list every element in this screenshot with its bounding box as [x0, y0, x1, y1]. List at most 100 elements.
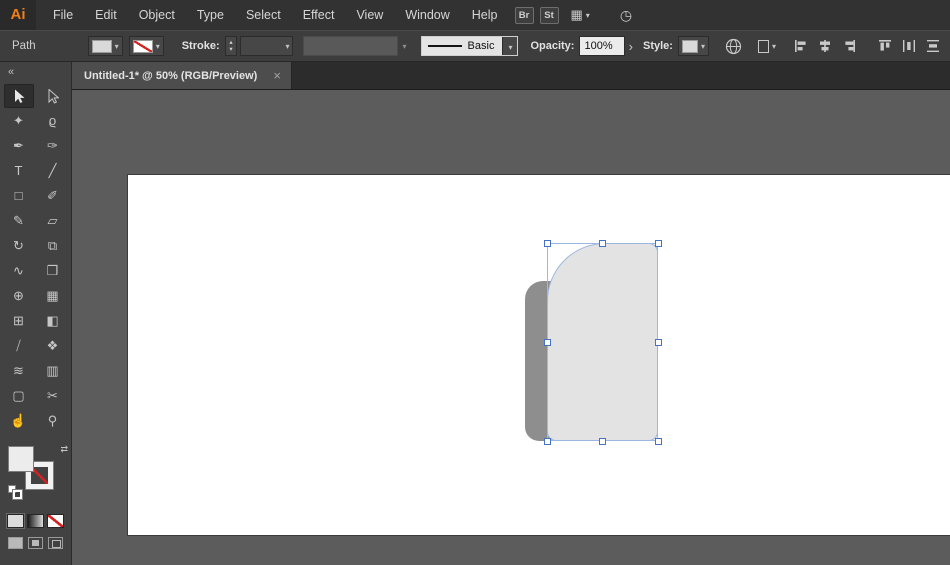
menu-item-help[interactable]: Help	[461, 0, 509, 30]
panel-collapse-button[interactable]: «	[0, 62, 71, 84]
fill-color-indicator[interactable]	[8, 446, 34, 472]
handle-bottom-left[interactable]	[544, 438, 551, 445]
document-tab[interactable]: Untitled-1* @ 50% (RGB/Preview) ×	[72, 62, 292, 89]
menu-item-edit[interactable]: Edit	[84, 0, 128, 30]
tool-selection[interactable]	[3, 84, 34, 108]
handle-middle-left[interactable]	[544, 339, 551, 346]
handle-bottom-center[interactable]	[599, 438, 606, 445]
stroke-none-swatch	[132, 39, 153, 53]
draw-mode-buttons	[0, 537, 71, 549]
tool-hand[interactable]: ☝	[4, 409, 34, 433]
illustrator-window: Ai File Edit Object Type Select Effect V…	[0, 0, 950, 565]
tool-symbol-sprayer[interactable]: ≋	[4, 359, 34, 383]
fill-color-swatch	[91, 39, 112, 53]
stroke-label: Stroke:	[181, 40, 220, 52]
tool-line-segment[interactable]: ╱	[38, 159, 68, 183]
arrange-documents-icon: ▦	[570, 7, 583, 22]
tool-shape-builder[interactable]: ⊕	[4, 284, 34, 308]
color-type-buttons	[0, 514, 71, 528]
menu-item-type[interactable]: Type	[186, 0, 235, 30]
tool-perspective-grid[interactable]: ▦	[38, 284, 68, 308]
handle-top-right[interactable]	[655, 240, 662, 247]
tool-gradient[interactable]: ◧	[38, 309, 68, 333]
brush-definition-dropdown[interactable]: Basic ▾	[420, 36, 519, 56]
tool-free-transform[interactable]: ❒	[38, 259, 68, 283]
tool-magic-wand[interactable]: ✦	[4, 109, 34, 133]
fill-color-dropdown[interactable]: ▾	[87, 36, 123, 56]
tool-type[interactable]: T	[4, 159, 34, 183]
handle-top-center[interactable]	[599, 240, 606, 247]
opacity-dropdown-icon[interactable]: ›	[629, 39, 633, 54]
distribute-horizontal-icon[interactable]	[902, 39, 916, 53]
tool-rotate[interactable]: ↻	[4, 234, 34, 258]
handle-bottom-right[interactable]	[655, 438, 662, 445]
draw-normal-button[interactable]	[8, 537, 23, 549]
stroke-width-dropdown[interactable]: ▾	[240, 36, 294, 56]
stroke-color-dropdown[interactable]: ▾	[128, 36, 164, 56]
width-profile-dropdown[interactable]	[303, 36, 398, 56]
handle-middle-right[interactable]	[655, 339, 662, 346]
stroke-width-stepper[interactable]: ▴ ▾	[224, 36, 238, 56]
bridge-button[interactable]: Br	[514, 6, 534, 24]
document-tab-strip: Untitled-1* @ 50% (RGB/Preview) ×	[72, 62, 950, 90]
sync-status-icon[interactable]: ◷	[620, 7, 632, 24]
tool-direct-selection[interactable]	[38, 84, 68, 108]
gradient-button[interactable]	[27, 514, 44, 528]
style-dropdown[interactable]: ▾	[677, 36, 709, 56]
handle-top-left[interactable]	[544, 240, 551, 247]
style-label: Style:	[643, 40, 673, 52]
arrange-documents-button[interactable]: ▦ ▾	[571, 7, 590, 23]
draw-inside-button[interactable]	[48, 537, 63, 549]
menu-item-window[interactable]: Window	[394, 0, 460, 30]
none-button[interactable]	[47, 514, 64, 528]
tool-eraser[interactable]: ▱	[38, 209, 68, 233]
menu-item-object[interactable]: Object	[128, 0, 186, 30]
menu-item-view[interactable]: View	[345, 0, 394, 30]
align-horizontal-right-icon[interactable]	[842, 39, 856, 53]
chevron-down-icon: ▾	[155, 41, 160, 51]
tool-eyedropper[interactable]: ⧸	[4, 334, 34, 358]
tool-curvature[interactable]: ✑	[38, 134, 68, 158]
rounded-rectangle-shape[interactable]	[547, 243, 658, 441]
control-bar: Path ▾ ▾ Stroke: ▴ ▾ ▾ ▾ Basic ▾ Opacity…	[0, 30, 950, 62]
swap-fill-stroke-icon[interactable]: ⇄	[60, 444, 68, 455]
align-vertical-top-icon[interactable]	[878, 39, 892, 53]
tool-width[interactable]: ∿	[4, 259, 34, 283]
tool-rectangle[interactable]: □	[4, 184, 34, 208]
distribute-vertical-icon[interactable]	[926, 39, 940, 53]
tab-close-icon[interactable]: ×	[273, 69, 281, 82]
tool-pen[interactable]: ✒	[4, 134, 34, 158]
document-options-button[interactable]: ▾	[757, 39, 776, 53]
stepper-down-icon[interactable]: ▾	[226, 46, 237, 53]
color-button[interactable]	[7, 514, 24, 528]
tool-artboard[interactable]: ▢	[4, 384, 34, 408]
style-swatch	[681, 39, 698, 53]
align-horizontal-center-icon[interactable]	[818, 39, 832, 53]
recolor-artwork-icon[interactable]	[725, 38, 742, 55]
chevron-down-icon: ▾	[285, 41, 290, 51]
main-area: « ✦ ϱ ✒ ✑ T ╱ □ ✐ ✎ ▱ ↻ ⧉ ∿ ❒ ⊕ ▦ ⊞ ◧ ⧸ …	[0, 62, 950, 565]
stepper-up-icon[interactable]: ▴	[226, 39, 237, 46]
default-fill-stroke-icon[interactable]	[8, 485, 24, 500]
brush-dropdown-button[interactable]: ▾	[502, 37, 518, 55]
tool-shaper[interactable]: ✎	[4, 209, 34, 233]
tool-paintbrush[interactable]: ✐	[38, 184, 68, 208]
opacity-label: Opacity:	[530, 40, 575, 52]
draw-behind-button[interactable]	[28, 537, 43, 549]
menu-item-effect[interactable]: Effect	[292, 0, 346, 30]
opacity-input[interactable]: 100%	[579, 36, 625, 56]
tool-blend[interactable]: ❖	[38, 334, 68, 358]
stock-button[interactable]: St	[539, 6, 559, 24]
tool-column-graph[interactable]: ▥	[38, 359, 68, 383]
tool-mesh[interactable]: ⊞	[4, 309, 34, 333]
tool-scale[interactable]: ⧉	[38, 234, 68, 258]
menu-item-file[interactable]: File	[42, 0, 84, 30]
chevron-down-icon: ▾	[402, 41, 407, 51]
tool-zoom[interactable]: ⚲	[38, 409, 68, 433]
tool-lasso[interactable]: ϱ	[38, 109, 68, 133]
align-horizontal-left-icon[interactable]	[794, 39, 808, 53]
tool-slice[interactable]: ✂	[38, 384, 68, 408]
canvas[interactable]	[72, 90, 950, 565]
default-stroke-swatch	[12, 489, 23, 500]
menu-item-select[interactable]: Select	[235, 0, 292, 30]
